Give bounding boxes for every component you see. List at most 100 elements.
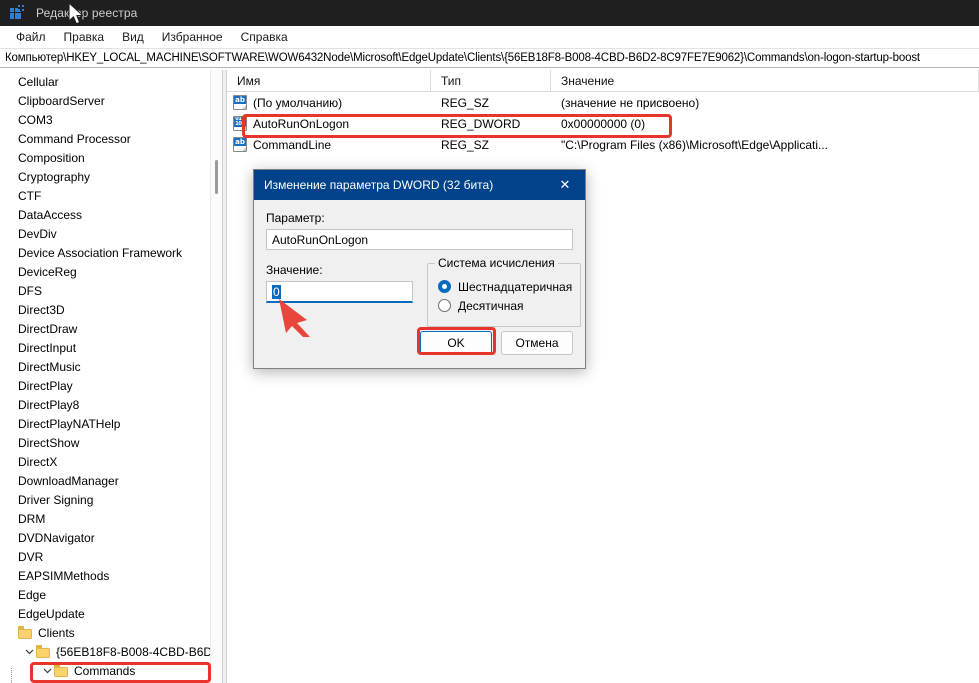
radio-decimal-label: Десятичная — [458, 298, 524, 313]
tree-item-label: DRM — [18, 511, 46, 526]
ok-button[interactable]: OK — [420, 331, 492, 355]
value-type-cell: REG_SZ — [441, 137, 490, 152]
tree-item-label: COM3 — [18, 112, 53, 127]
tree-item-directmusic[interactable]: DirectMusic — [0, 357, 222, 376]
tree-item-directplaynathelp[interactable]: DirectPlayNATHelp — [0, 414, 222, 433]
radio-hexadecimal-indicator[interactable] — [438, 280, 451, 293]
menu-item-favorites[interactable]: Избранное — [153, 28, 232, 47]
tree-item-56eb18f8-b008-4cbd-b6d2-8c97f[interactable]: {56EB18F8-B008-4CBD-B6D2-8C97F — [0, 642, 222, 661]
radio-hexadecimal-label: Шестнадцатеричная — [458, 279, 573, 294]
address-bar[interactable]: Компьютер\HKEY_LOCAL_MACHINE\SOFTWARE\WO… — [0, 48, 979, 68]
column-header-name[interactable]: Имя — [227, 70, 431, 91]
tree-item-cellular[interactable]: Cellular — [0, 72, 222, 91]
tree-item-label: EdgeUpdate — [18, 606, 85, 621]
tree-item-edgeupdate[interactable]: EdgeUpdate — [0, 604, 222, 623]
tree-item-dataaccess[interactable]: DataAccess — [0, 205, 222, 224]
tree-item-label: DeviceReg — [18, 264, 77, 279]
radio-decimal-indicator[interactable] — [438, 299, 451, 312]
tree-item-device-association-framework[interactable]: Device Association Framework — [0, 243, 222, 262]
tree-item-driver-signing[interactable]: Driver Signing — [0, 490, 222, 509]
value-name-cell: ab (По умолчанию) — [227, 95, 431, 110]
table-row[interactable]: ab (По умолчанию) REG_SZ (значение не присв… — [227, 92, 979, 113]
value-type-cell: REG_SZ — [441, 95, 490, 110]
tree-item-ctf[interactable]: CTF — [0, 186, 222, 205]
menu-bar: Файл Правка Вид Избранное Справка — [0, 26, 979, 48]
tree-item-dvdnavigator[interactable]: DVDNavigator — [0, 528, 222, 547]
tree-item-label: Driver Signing — [18, 492, 94, 507]
tree-item-directplay8[interactable]: DirectPlay8 — [0, 395, 222, 414]
tree-item-directinput[interactable]: DirectInput — [0, 338, 222, 357]
parameter-label: Параметр: — [266, 211, 325, 225]
tree-item-directplay[interactable]: DirectPlay — [0, 376, 222, 395]
menu-item-edit[interactable]: Правка — [55, 28, 114, 47]
tree-item-label: DataAccess — [18, 207, 83, 222]
tree-item-command-processor[interactable]: Command Processor — [0, 129, 222, 148]
chevron-down-icon[interactable] — [40, 666, 54, 675]
main-content: Cellular ClipboardServer COM3 Command Proce… — [0, 70, 979, 683]
menu-item-help[interactable]: Справка — [232, 28, 297, 47]
tree-item-directshow[interactable]: DirectShow — [0, 433, 222, 452]
tree-item-devicereg[interactable]: DeviceReg — [0, 262, 222, 281]
tree-item-direct3d[interactable]: Direct3D — [0, 300, 222, 319]
tree-item-label: DirectPlay8 — [18, 397, 80, 412]
value-name-text: (По умолчанию) — [253, 95, 343, 110]
tree-item-directdraw[interactable]: DirectDraw — [0, 319, 222, 338]
chevron-down-icon[interactable] — [22, 647, 36, 656]
tree-item-dvr[interactable]: DVR — [0, 547, 222, 566]
tree-item-label: DFS — [18, 283, 42, 298]
column-header-value[interactable]: Значение — [551, 70, 979, 91]
column-header-type[interactable]: Тип — [431, 70, 551, 91]
tree-item-clipboardserver[interactable]: ClipboardServer — [0, 91, 222, 110]
tree-item-dfs[interactable]: DFS — [0, 281, 222, 300]
parameter-name-input[interactable]: AutoRunOnLogon — [266, 229, 573, 250]
tree-item-eapsimmethods[interactable]: EAPSIMMethods — [0, 566, 222, 585]
tree-item-label: Cellular — [18, 74, 59, 89]
values-column-header: Имя Тип Значение — [227, 70, 979, 92]
radio-hexadecimal[interactable]: Шестнадцатеричная — [438, 277, 572, 296]
value-label: Значение: — [266, 263, 323, 277]
cancel-button[interactable]: Отмена — [501, 331, 573, 355]
menu-item-file[interactable]: Файл — [7, 28, 55, 47]
dialog-buttons: OK Отмена — [420, 331, 573, 355]
value-data-text: 0 — [272, 284, 281, 299]
radio-decimal[interactable]: Десятичная — [438, 296, 572, 315]
tree-scrollbar-thumb[interactable] — [215, 160, 218, 194]
close-icon[interactable]: ✕ — [545, 170, 585, 200]
dialog-titlebar: Изменение параметра DWORD (32 бита) ✕ — [254, 170, 585, 200]
tree-item-label: DirectShow — [18, 435, 80, 450]
tree-item-label: Device Association Framework — [18, 245, 183, 260]
reg-dword-icon: 011 100 — [233, 116, 247, 131]
registry-tree-pane: Cellular ClipboardServer COM3 Command Proce… — [0, 70, 222, 683]
tree-item-downloadmanager[interactable]: DownloadManager — [0, 471, 222, 490]
value-data-input[interactable]: 0 — [266, 281, 413, 303]
tree-item-cryptography[interactable]: Cryptography — [0, 167, 222, 186]
tree-item-composition[interactable]: Composition — [0, 148, 222, 167]
tree-item-label: {56EB18F8-B008-4CBD-B6D2-8C97F — [56, 644, 222, 659]
values-list: ab (По умолчанию) REG_SZ (значение не присв… — [227, 92, 979, 155]
tree-item-devdiv[interactable]: DevDiv — [0, 224, 222, 243]
tree-item-label: DirectPlayNATHelp — [18, 416, 121, 431]
edit-dword-dialog: Изменение параметра DWORD (32 бита) ✕ Па… — [253, 169, 586, 369]
tree-item-label: Edge — [18, 587, 47, 602]
table-row[interactable]: 011 100 AutoRunOnLogon REG_DWORD 0x00000000 … — [227, 113, 979, 134]
folder-icon — [54, 664, 70, 677]
value-name-text: CommandLine — [253, 137, 332, 152]
tree-item-commands[interactable]: Commands — [0, 661, 222, 680]
tree-item-drm[interactable]: DRM — [0, 509, 222, 528]
value-name-cell: ab CommandLine — [227, 137, 431, 152]
value-data-cell: "C:\Program Files (x86)\Microsoft\Edge\A… — [561, 137, 829, 152]
menu-item-view[interactable]: Вид — [113, 28, 153, 47]
dialog-title: Изменение параметра DWORD (32 бита) — [264, 178, 494, 192]
tree-item-label: ClipboardServer — [18, 93, 105, 108]
tree-vertical-scrollbar[interactable] — [210, 70, 222, 683]
tree-item-clients[interactable]: Clients — [0, 623, 222, 642]
registry-values-pane: Имя Тип Значение ab (По умолчанию) REG_SZ (… — [227, 70, 979, 683]
tree-item-label: DirectPlay — [18, 378, 73, 393]
tree-item-label: Direct3D — [18, 302, 65, 317]
tree-item-label: DirectMusic — [18, 359, 81, 374]
tree-item-edge[interactable]: Edge — [0, 585, 222, 604]
tree-item-com3[interactable]: COM3 — [0, 110, 222, 129]
tree-item-label: Composition — [18, 150, 85, 165]
tree-item-directx[interactable]: DirectX — [0, 452, 222, 471]
table-row[interactable]: ab CommandLine REG_SZ "C:\Program Files (x8… — [227, 134, 979, 155]
